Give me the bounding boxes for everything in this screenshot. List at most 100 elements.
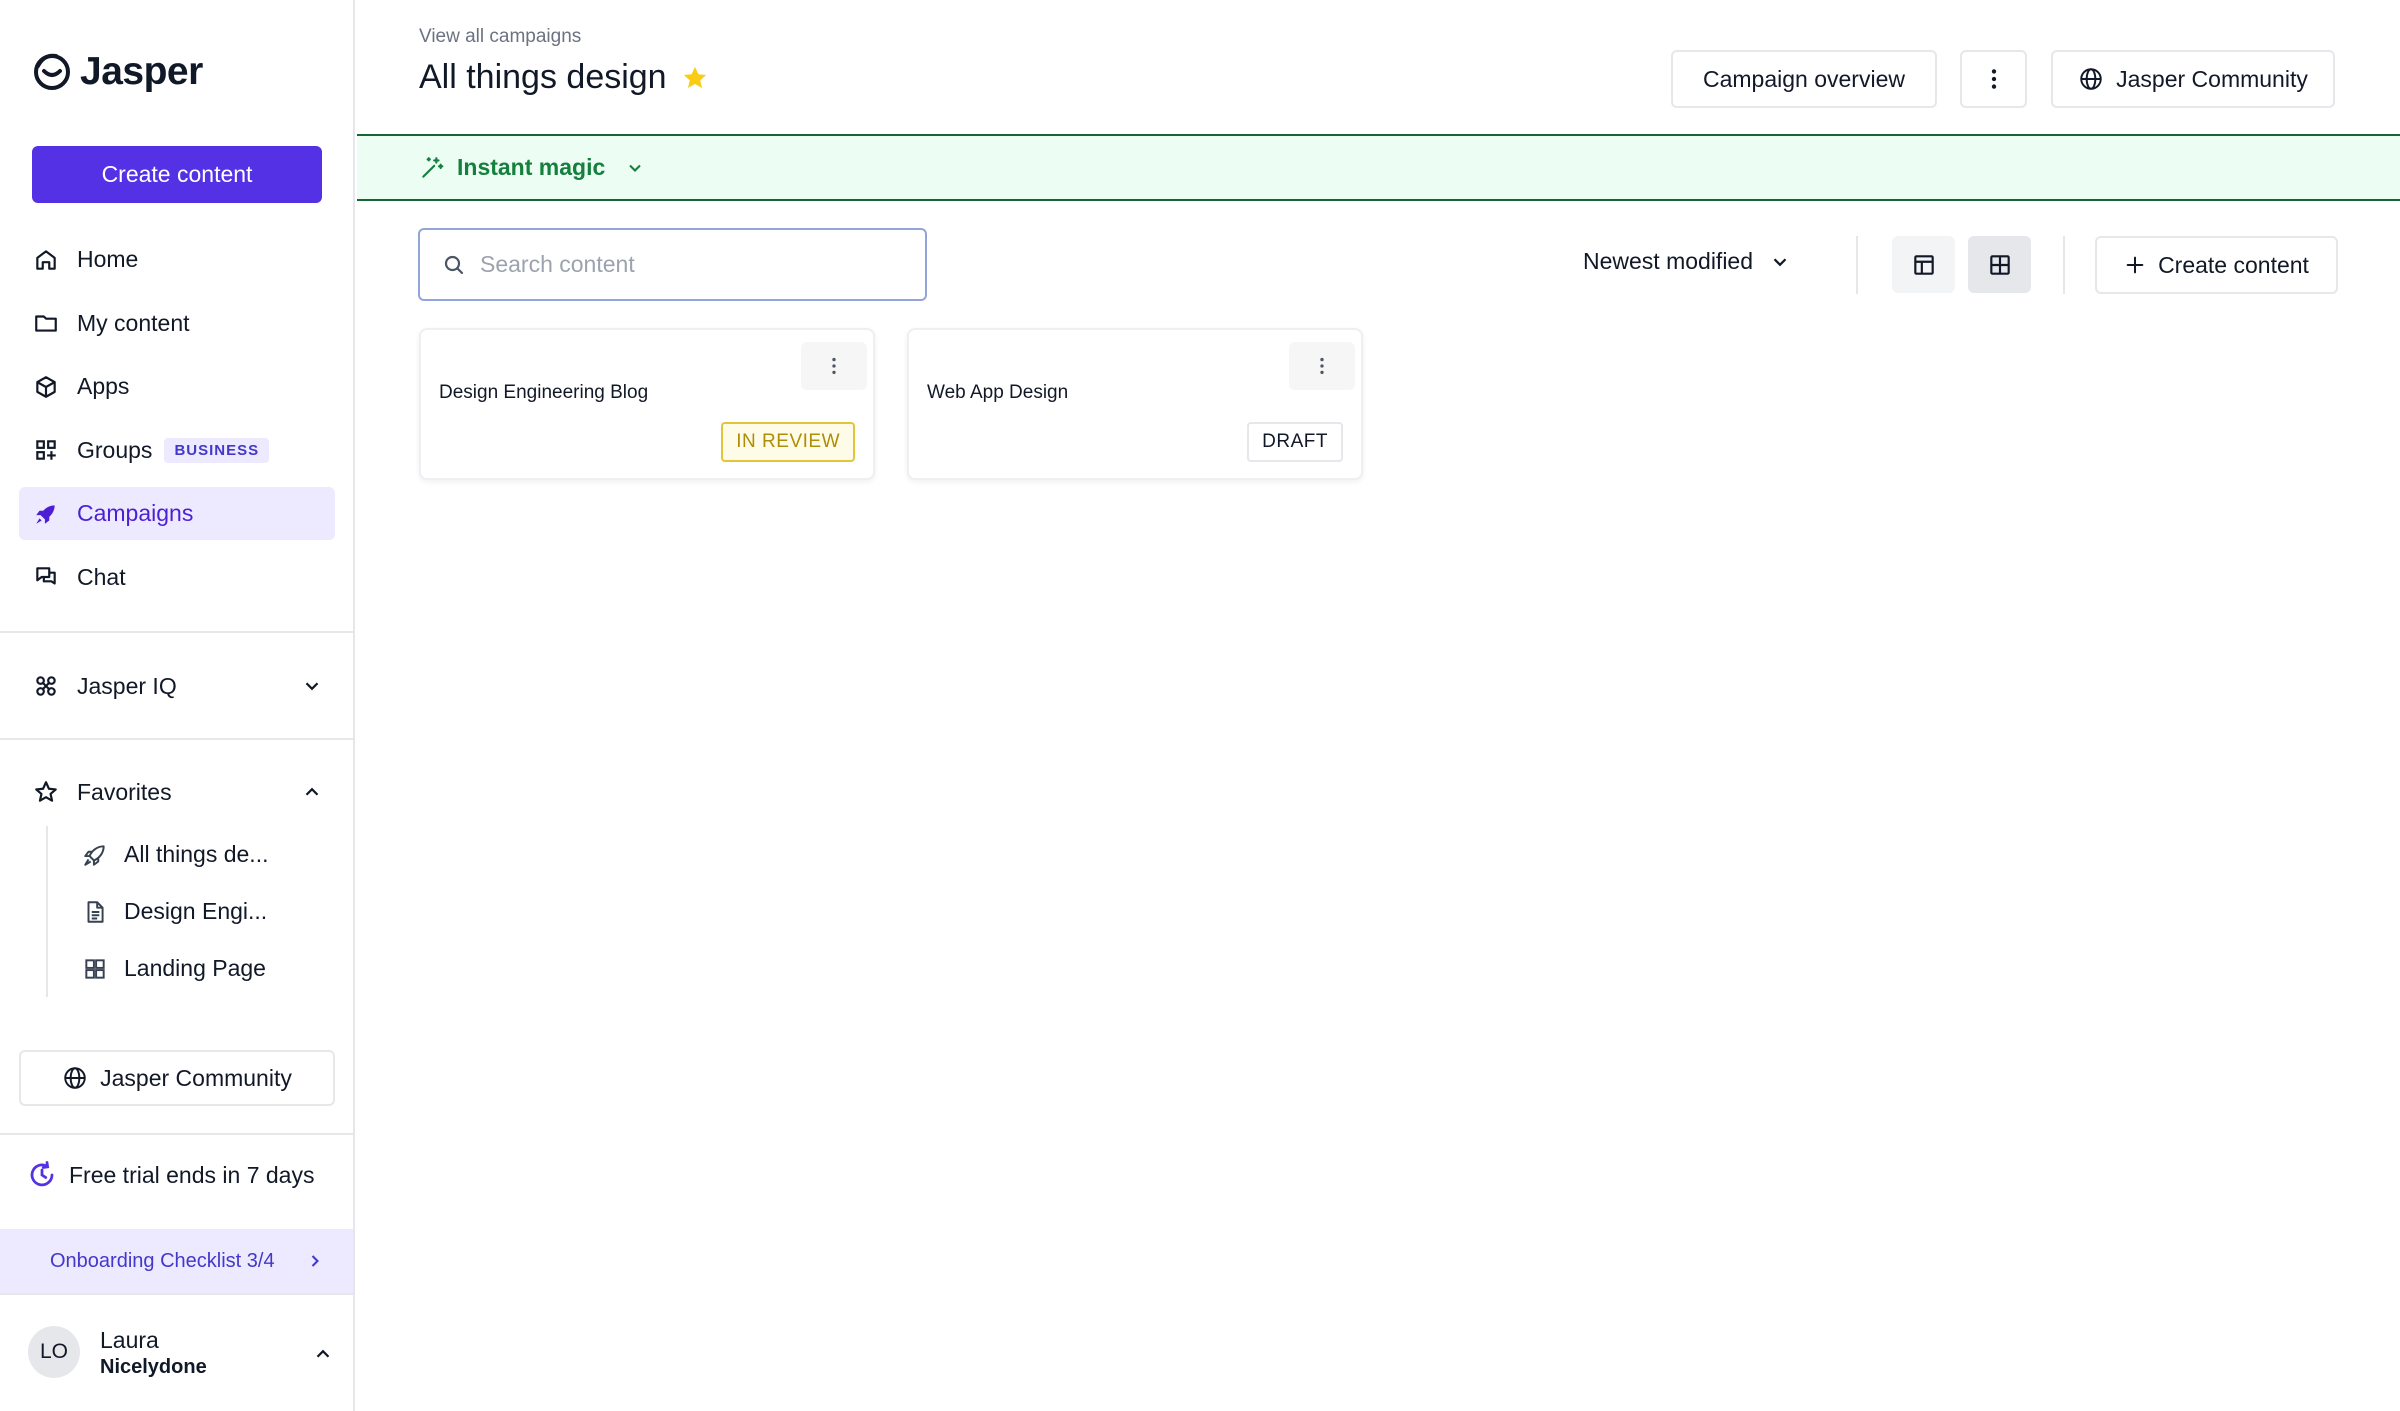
- user-info: Laura Nicelydone: [100, 1325, 207, 1379]
- more-vertical-icon: [832, 357, 836, 375]
- star-icon: [35, 781, 57, 802]
- card-menu-button[interactable]: [801, 342, 867, 390]
- sidebar-item-label: Apps: [77, 373, 130, 399]
- avatar: LO: [28, 1326, 80, 1378]
- search-icon: [444, 255, 464, 274]
- globe-icon: [2080, 68, 2102, 90]
- more-options-button[interactable]: [1960, 50, 2027, 108]
- globe-icon: [64, 1067, 86, 1089]
- sidebar-item-my-content[interactable]: My content: [19, 297, 335, 350]
- folder-icon: [35, 315, 57, 332]
- sidebar-item-label: Groups: [77, 436, 153, 463]
- favorite-item-label: Design Engi...: [124, 898, 268, 924]
- jasper-logo-icon: [34, 53, 70, 90]
- favorites-label: Favorites: [77, 778, 172, 805]
- search-input[interactable]: [480, 251, 900, 278]
- sidebar-item-apps[interactable]: Apps: [19, 360, 335, 413]
- jasper-iq-toggle[interactable]: Jasper IQ: [33, 666, 323, 706]
- favorite-item-label: Landing Page: [124, 955, 266, 981]
- sidebar-divider: [0, 631, 355, 633]
- sort-label: Newest modified: [1583, 248, 1754, 274]
- campaign-overview-button[interactable]: Campaign overview: [1671, 50, 1937, 108]
- brand-name: Jasper: [80, 50, 203, 93]
- status-badge: DRAFT: [1247, 422, 1343, 462]
- toolbar-divider: [1856, 236, 1858, 294]
- card-menu-button[interactable]: [1289, 342, 1355, 390]
- favorites-toggle[interactable]: Favorites: [33, 772, 323, 812]
- toolbar-divider: [2063, 236, 2065, 294]
- jasper-logo[interactable]: Jasper: [32, 50, 203, 94]
- trial-text: Free trial ends in 7 days: [69, 1161, 315, 1188]
- chevron-down-icon: [629, 164, 642, 172]
- chevron-up-icon: [305, 787, 319, 796]
- grid-icon: [85, 958, 105, 979]
- sidebar-item-home[interactable]: Home: [19, 233, 335, 286]
- jasper-iq-icon: [36, 676, 56, 696]
- chevron-down-icon: [305, 682, 319, 691]
- user-first-name: Laura: [100, 1327, 159, 1353]
- instant-magic-label: Instant magic: [457, 154, 606, 180]
- content-card[interactable]: Web App Design DRAFT: [907, 328, 1363, 480]
- community-button-label: Jasper Community: [100, 1064, 292, 1091]
- sidebar: Jasper Create content Home My content Ap…: [0, 0, 355, 1411]
- table-icon: [1913, 254, 1934, 275]
- rocket-icon: [84, 844, 105, 866]
- instant-magic-bar[interactable]: Instant magic: [357, 134, 2400, 201]
- star-filled-icon[interactable]: [681, 64, 709, 92]
- home-icon: [36, 249, 56, 270]
- more-vertical-icon: [1320, 357, 1324, 375]
- header-community-label: Jasper Community: [2116, 65, 2308, 92]
- status-badge: IN REVIEW: [721, 422, 855, 462]
- sidebar-divider: [0, 1133, 355, 1135]
- magic-wand-icon: [422, 156, 444, 178]
- sidebar-divider: [0, 738, 355, 740]
- chat-icon: [36, 567, 56, 585]
- rocket-icon: [36, 504, 55, 524]
- cube-icon: [36, 375, 56, 398]
- chevron-right-icon: [311, 1255, 319, 1267]
- page-title: All things design: [419, 58, 667, 96]
- sidebar-divider: [0, 1293, 355, 1295]
- create-content-button[interactable]: Create content: [32, 146, 322, 203]
- header-community-button[interactable]: Jasper Community: [2051, 50, 2335, 108]
- sidebar-item-chat[interactable]: Chat: [19, 551, 335, 604]
- favorite-item-label: All things de...: [124, 841, 269, 867]
- sort-dropdown[interactable]: Newest modified: [1583, 248, 1791, 275]
- clock-icon: [30, 1161, 54, 1187]
- sidebar-item-campaigns[interactable]: Campaigns: [19, 487, 335, 540]
- search-box: [418, 228, 927, 301]
- favorite-item[interactable]: Design Engi...: [48, 883, 322, 940]
- document-icon: [87, 900, 104, 923]
- sidebar-item-label: Campaigns: [77, 500, 194, 526]
- favorite-item[interactable]: All things de...: [48, 826, 322, 883]
- content-card-title: Web App Design: [927, 382, 1069, 403]
- toolbar-create-content-button[interactable]: Create content: [2095, 236, 2338, 294]
- onboarding-checklist[interactable]: Onboarding Checklist 3/4: [0, 1229, 353, 1293]
- sidebar-item-label: Chat: [77, 563, 126, 590]
- groups-icon: [36, 440, 56, 460]
- sidebar-item-label: My content: [77, 309, 190, 336]
- plus-icon: [2126, 256, 2144, 274]
- grid-view-button[interactable]: [1968, 236, 2031, 293]
- main-content: View all campaigns All things design Cam…: [357, 0, 2400, 1411]
- favorite-item[interactable]: Landing Page: [48, 940, 322, 997]
- business-badge: BUSINESS: [164, 437, 270, 463]
- favorites-list: All things de... Design Engi... Landing …: [46, 826, 322, 997]
- jasper-iq-label: Jasper IQ: [77, 672, 177, 699]
- sidebar-nav: Home My content Apps Groups BUSINESS Cam…: [19, 233, 335, 614]
- chevron-down-icon: [1773, 257, 1787, 266]
- grid-icon: [1989, 254, 2010, 275]
- breadcrumb[interactable]: View all campaigns: [419, 26, 581, 48]
- page-title-row: All things design: [419, 58, 709, 97]
- sidebar-item-groups[interactable]: Groups BUSINESS: [19, 424, 335, 477]
- chevron-up-icon: [316, 1349, 330, 1358]
- content-card-title: Design Engineering Blog: [439, 382, 649, 403]
- content-card[interactable]: Design Engineering Blog IN REVIEW: [419, 328, 875, 480]
- trial-notice: Free trial ends in 7 days: [27, 1160, 314, 1190]
- user-menu[interactable]: LO Laura Nicelydone: [28, 1325, 334, 1379]
- table-view-button[interactable]: [1892, 236, 1955, 293]
- sidebar-item-label: Home: [77, 246, 139, 272]
- user-last-name: Nicelydone: [100, 1356, 207, 1378]
- onboarding-label: Onboarding Checklist 3/4: [50, 1249, 275, 1272]
- community-button[interactable]: Jasper Community: [19, 1050, 335, 1106]
